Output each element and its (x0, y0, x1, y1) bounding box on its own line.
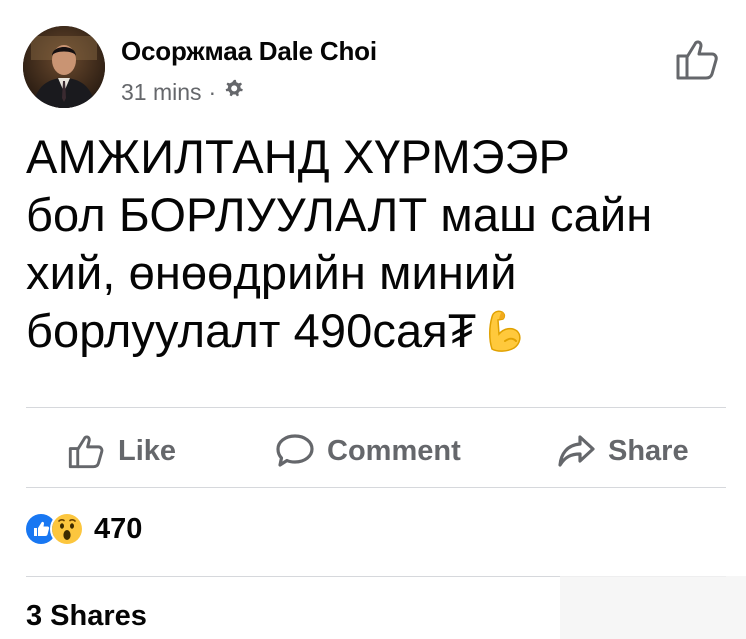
reaction-count[interactable]: 470 (94, 513, 142, 546)
author-avatar[interactable] (23, 26, 105, 108)
comment-label: Comment (327, 434, 461, 467)
post-text-line: борлуулалт 490сая₮ (26, 302, 726, 360)
shares-count[interactable]: 3 Shares (26, 600, 147, 633)
share-button[interactable]: Share (556, 425, 689, 477)
divider (26, 407, 726, 408)
wow-reaction-icon (50, 512, 84, 546)
like-label: Like (118, 434, 177, 467)
post-text-line-content: борлуулалт 490сая₮ (26, 304, 477, 357)
post-meta: 31 mins · (121, 78, 245, 106)
post-time[interactable]: 31 mins (121, 79, 202, 106)
meta-separator: · (208, 78, 217, 105)
share-label: Share (608, 434, 689, 467)
post-text: АМЖИЛТАНД ХҮРМЭЭР бол БОРЛУУЛАЛТ маш сай… (26, 128, 726, 360)
post-text-line: бол БОРЛУУЛАЛТ маш сайн (26, 188, 653, 241)
divider (26, 487, 726, 488)
share-arrow-icon (558, 435, 595, 467)
like-button[interactable]: Like (66, 425, 176, 477)
thumbs-up-icon (68, 435, 104, 469)
reactions-summary[interactable]: 470 (24, 509, 142, 549)
flexed-biceps-emoji (479, 307, 525, 353)
thumbs-up-icon[interactable] (674, 36, 720, 82)
author-name[interactable]: Осоржмаа Dale Choi (121, 36, 377, 67)
comment-bubble-icon (276, 434, 314, 467)
gear-icon[interactable] (223, 78, 245, 106)
watermark-overlay (560, 576, 746, 639)
post-text-line: хий, өнөөдрийн миний (26, 246, 517, 299)
post-text-line: АМЖИЛТАНД ХҮРМЭЭР (26, 130, 570, 183)
comment-button[interactable]: Comment (275, 425, 461, 477)
